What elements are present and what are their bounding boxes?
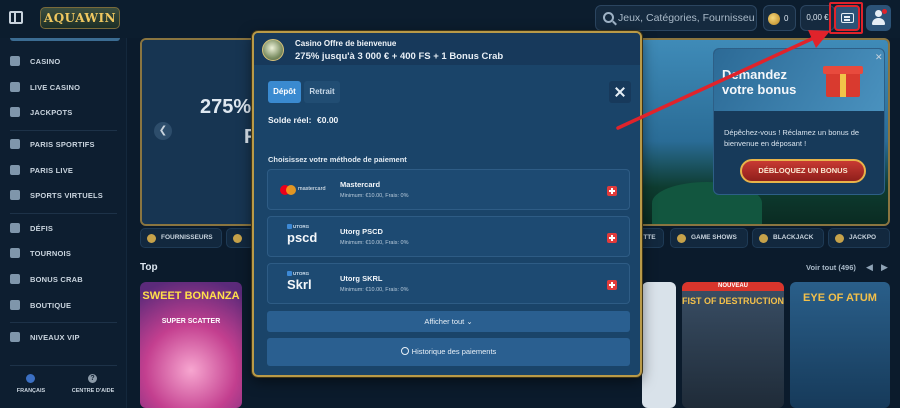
payment-method-name: Utorg PSCD [340,227,383,236]
bonus-promo-card: Demandez votre bonus ✕ Dépêchez-vous ! R… [713,48,885,195]
sidebar-divider [10,130,117,131]
providers-icon [147,234,156,243]
highlight-annotation-box [829,2,863,34]
show-all-button[interactable]: Afficher tout ⌄ [267,311,630,332]
deposit-modal: Casino Offre de bienvenue 275% jusqu'à 3… [252,31,642,377]
offer-title: Casino Offre de bienvenue [295,39,397,48]
language-selector[interactable]: FRANÇAIS [14,388,48,394]
game-tile-sweet-bonanza[interactable]: SWEET BONANZA SUPER SCATTER [140,282,242,408]
language-globe-icon [26,374,35,383]
sidebar-divider [10,365,117,366]
coins-balance[interactable]: 0 [763,5,796,31]
notification-dot [882,9,887,14]
payment-method-heading: Choisissez votre méthode de paiement [268,155,407,164]
chip-jackpots[interactable]: JACKPO [828,228,890,248]
offer-badge-icon [262,39,284,61]
challenges-icon [10,223,20,233]
hero-prev-arrow-icon[interactable]: ❮ [154,122,172,140]
mastercard-circles-icon [280,185,296,195]
utorg-skrl-logo: UTORG Skrl [287,271,312,292]
chip-providers[interactable]: FOURNISSEURS [140,228,222,248]
payment-method-limits: Minimum: €10.00, Frais: 0% [340,193,409,199]
live-betting-icon [10,165,20,175]
game-tile-fist-of-destruction[interactable]: NOUVEAU FIST OF DESTRUCTION [682,282,784,408]
real-balance-label: Solde réel: [268,115,312,125]
payment-history-button[interactable]: Historique des paiements [267,338,630,366]
chevron-down-icon: ⌄ [466,317,473,326]
plus-icon[interactable] [607,280,617,290]
next-page-icon[interactable]: ▶ [881,262,888,273]
chip-game-shows[interactable]: GAME SHOWS [670,228,748,248]
profile-button[interactable] [866,5,891,31]
tab-withdraw[interactable]: Retrait [304,81,340,103]
promo-text: Dépêchez-vous ! Réclamez un bonus de bie… [724,128,860,148]
jackpots-chip-icon [835,234,844,243]
game-tile-partial[interactable] [642,282,676,408]
tab-deposit[interactable]: Dépôt [268,81,301,103]
mastercard-logo: mastercard [276,177,336,203]
game-tile-eye-of-atum[interactable]: EYE OF ATUM [790,282,890,408]
sidebar: CASINO LIVE CASINO JACKPOTS PARIS SPORTI… [0,38,127,408]
payment-method-name: Mastercard [340,180,381,189]
coins-value: 0 [784,14,789,23]
vip-icon [10,332,20,342]
bonus-crab-icon [10,274,20,284]
unlock-bonus-button[interactable]: DÉBLOQUEZ UN BONUS [740,159,866,183]
coin-icon [768,13,780,25]
utorg-pscd-logo: UTORG pscd [287,224,318,245]
welcome-offer-header: Casino Offre de bienvenue 275% jusqu'à 3… [254,33,640,65]
chip-blackjack[interactable]: BLACKJACK [752,228,824,248]
history-clock-icon [400,347,409,355]
search-input[interactable] [618,6,754,30]
payment-method-name: Utorg SKRL [340,274,383,283]
offer-subtitle: 275% jusqu'à 3 000 € + 400 FS + 1 Bonus … [295,51,504,62]
view-all-link[interactable]: Voir tout (496) [806,263,856,272]
help-center-link[interactable]: CENTRE D'AIDE [66,388,120,394]
sidebar-divider [10,322,117,323]
casino-icon [10,56,20,66]
blackjack-icon [759,234,768,243]
plus-icon[interactable] [607,233,617,243]
search-icon [603,12,614,23]
payment-method-utorg-skrl[interactable]: UTORG Skrl Utorg SKRL Minimum: €10.00, F… [267,263,630,304]
real-balance-value: €0.00 [317,115,339,125]
search-box[interactable] [595,5,757,31]
help-icon: ? [88,374,97,383]
category-icon [233,234,242,243]
plus-icon[interactable] [607,186,617,196]
section-title: Top [140,262,158,273]
sidebar-top-accent [10,38,120,41]
payment-method-mastercard[interactable]: mastercard Mastercard Minimum: €10.00, F… [267,169,630,210]
payment-method-limits: Minimum: €10.00, Frais: 0% [340,287,409,293]
live-casino-icon [10,82,20,92]
payment-method-limits: Minimum: €10.00, Frais: 0% [340,240,409,246]
virtual-sports-icon [10,190,20,200]
promo-close-icon[interactable]: ✕ [875,52,883,63]
sidebar-divider [10,213,117,214]
prev-page-icon[interactable]: ◀ [866,262,873,273]
close-icon[interactable] [609,81,631,103]
tournaments-icon [10,248,20,258]
aquawin-logo[interactable]: AQUAWIN [40,7,120,29]
sports-betting-icon [10,139,20,149]
gift-icon [822,57,864,99]
chip-partial[interactable] [226,228,254,248]
game-shows-icon [677,234,686,243]
jackpots-icon [10,107,20,117]
payment-method-utorg-pscd[interactable]: UTORG pscd Utorg PSCD Minimum: €10.00, F… [267,216,630,257]
promo-title: Demandez votre bonus [722,67,797,97]
hero-headline: 275% F [200,96,257,148]
sidebar-toggle-icon[interactable] [9,11,23,24]
shop-icon [10,300,20,310]
